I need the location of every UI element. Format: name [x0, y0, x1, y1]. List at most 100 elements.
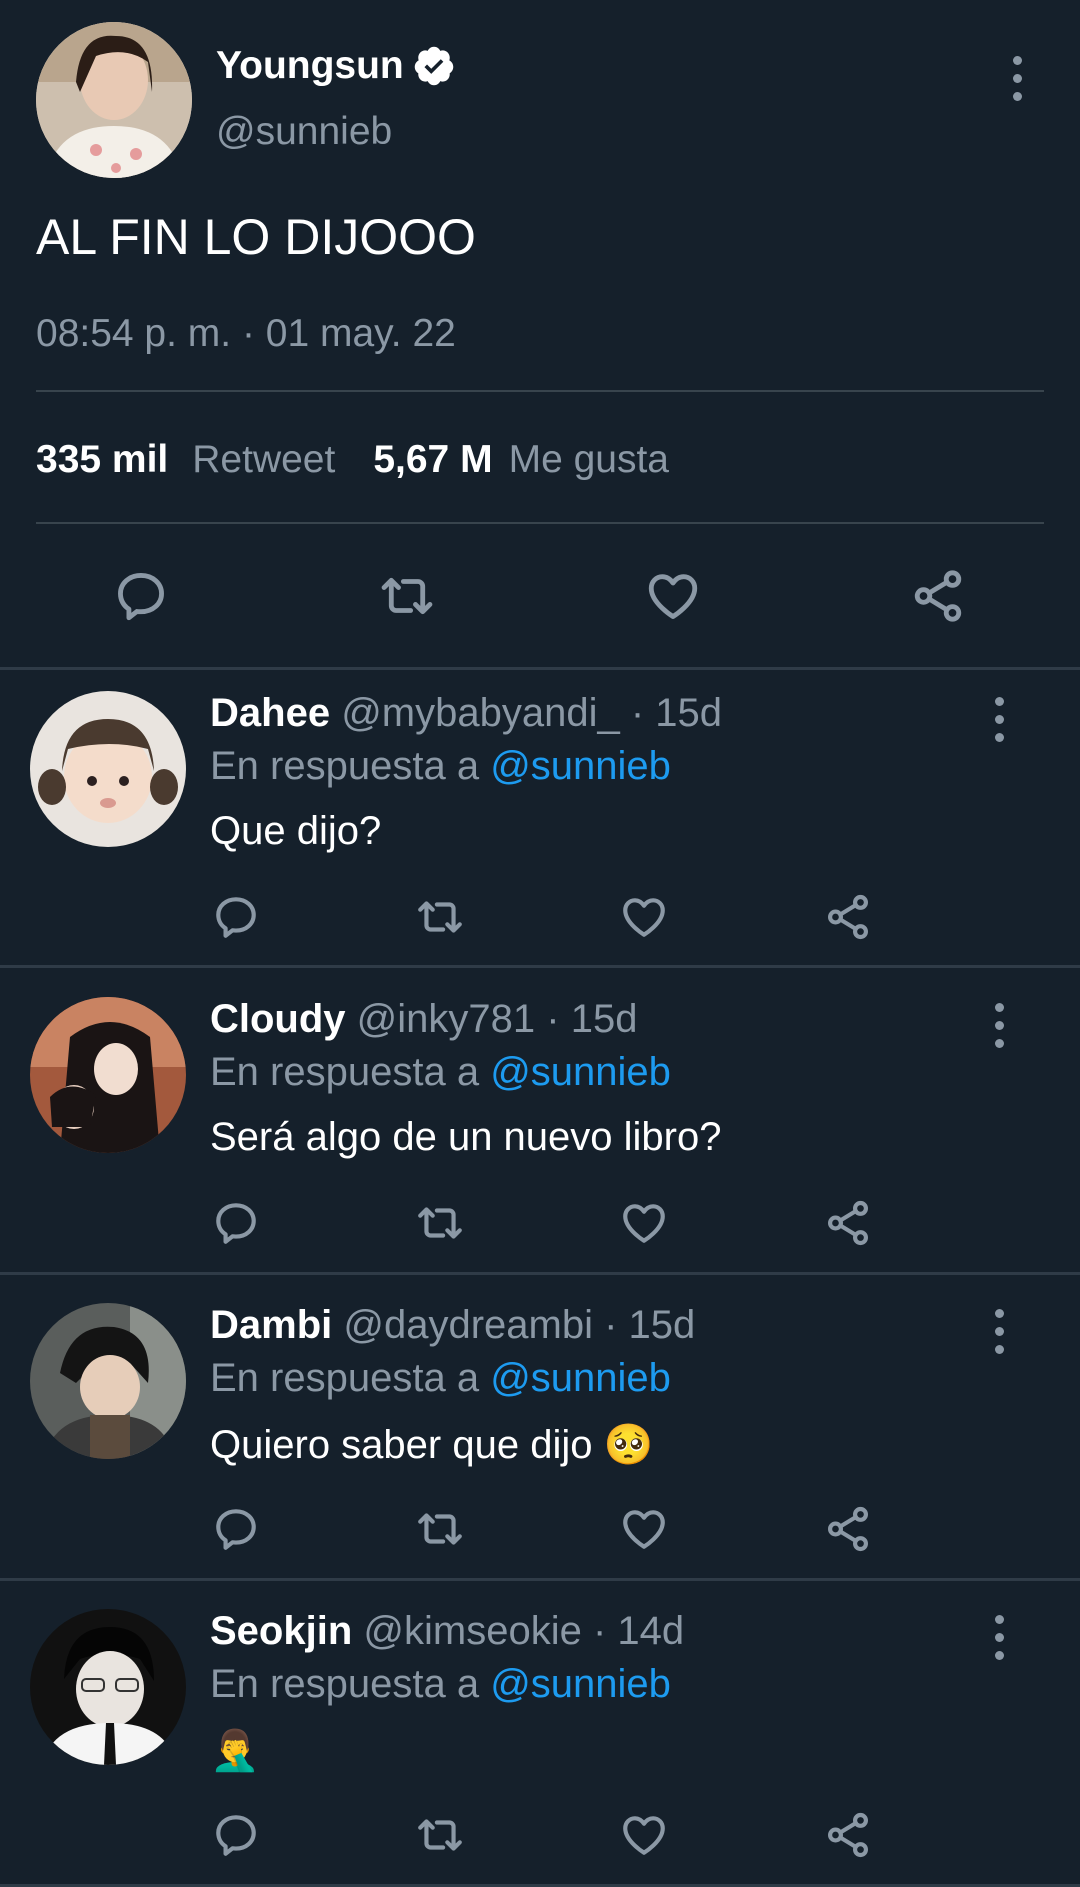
author-name[interactable]: Youngsun: [216, 44, 404, 88]
reply-actions: [0, 889, 1080, 949]
retweet-button[interactable]: [410, 1807, 470, 1863]
reply-prefix: En respuesta a: [210, 1356, 480, 1400]
avatar[interactable]: [30, 997, 186, 1153]
reply-button[interactable]: [208, 889, 264, 945]
author-name-row: Youngsun: [216, 44, 456, 88]
separator: [0, 965, 1080, 968]
like-label[interactable]: Me gusta: [509, 438, 669, 482]
reply-tweet[interactable]: Seokjin @kimseokie · 14d En respuesta a …: [0, 1587, 1080, 1887]
reply-context: En respuesta a @sunnieb: [210, 1662, 671, 1707]
mention-link[interactable]: @sunnieb: [490, 1356, 671, 1400]
reply-actions: [0, 1807, 1080, 1867]
reply-author-name[interactable]: Seokjin: [210, 1609, 352, 1653]
mention-link[interactable]: @sunnieb: [490, 744, 671, 788]
share-button[interactable]: [820, 889, 876, 945]
more-icon[interactable]: [1005, 56, 1029, 101]
retweet-icon: [418, 1513, 462, 1545]
retweet-button[interactable]: [410, 1501, 470, 1557]
avatar[interactable]: [36, 22, 192, 178]
more-icon[interactable]: [987, 697, 1011, 742]
reply-prefix: En respuesta a: [210, 1050, 480, 1094]
reply-meta[interactable]: @mybabyandi_ · 15d: [341, 691, 722, 735]
like-button[interactable]: [642, 565, 704, 627]
separator: [0, 1578, 1080, 1581]
reply-author-name[interactable]: Dambi: [210, 1303, 332, 1347]
like-count[interactable]: 5,67 M: [373, 438, 492, 482]
share-icon: [828, 1200, 868, 1246]
like-button[interactable]: [616, 889, 672, 945]
reply-context: En respuesta a @sunnieb: [210, 744, 671, 789]
mention-link[interactable]: @sunnieb: [490, 1050, 671, 1094]
reply-icon: [216, 897, 256, 938]
retweet-button[interactable]: [410, 889, 470, 945]
like-icon: [623, 1204, 665, 1243]
retweet-label[interactable]: Retweet: [192, 438, 335, 482]
reply-button[interactable]: [208, 1501, 264, 1557]
reply-tweet[interactable]: Dambi @daydreambi · 15d En respuesta a @…: [0, 1281, 1080, 1587]
like-icon: [648, 574, 698, 619]
reply-header: Dambi @daydreambi · 15d: [210, 1303, 695, 1348]
retweet-button[interactable]: [374, 565, 440, 627]
like-icon: [623, 1816, 665, 1855]
reply-author-name[interactable]: Cloudy: [210, 997, 346, 1041]
reply-icon: [216, 1203, 256, 1244]
like-button[interactable]: [616, 1501, 672, 1557]
reply-prefix: En respuesta a: [210, 1662, 480, 1706]
reply-text: 🤦‍♂️: [210, 1729, 260, 1773]
reply-header: Cloudy @inky781 · 15d: [210, 997, 637, 1042]
reply-meta[interactable]: @kimseokie · 14d: [363, 1609, 684, 1653]
like-button[interactable]: [616, 1195, 672, 1251]
more-icon[interactable]: [987, 1615, 1011, 1660]
reply-header: Seokjin @kimseokie · 14d: [210, 1609, 684, 1654]
tweet-stats: 335 mil Retweet 5,67 M Me gusta: [36, 438, 669, 482]
avatar[interactable]: [30, 691, 186, 847]
reply-actions: [0, 1501, 1080, 1561]
share-button[interactable]: [907, 565, 969, 627]
like-icon: [623, 1510, 665, 1549]
reply-text: Será algo de un nuevo libro?: [210, 1115, 722, 1159]
reply-context: En respuesta a @sunnieb: [210, 1356, 671, 1401]
more-icon[interactable]: [987, 1003, 1011, 1048]
reply-icon: [118, 573, 164, 621]
reply-actions: [0, 1195, 1080, 1255]
reply-tweet[interactable]: Dahee @mybabyandi_ · 15d En respuesta a …: [0, 669, 1080, 975]
reply-author-name[interactable]: Dahee: [210, 691, 330, 735]
divider: [36, 390, 1044, 392]
reply-prefix: En respuesta a: [210, 744, 480, 788]
avatar[interactable]: [30, 1303, 186, 1459]
retweet-icon: [381, 577, 433, 615]
retweet-button[interactable]: [410, 1195, 470, 1251]
separator: [0, 1272, 1080, 1275]
reply-header: Dahee @mybabyandi_ · 15d: [210, 691, 722, 736]
more-icon[interactable]: [987, 1309, 1011, 1354]
share-button[interactable]: [820, 1807, 876, 1863]
reply-tweet[interactable]: Cloudy @inky781 · 15d En respuesta a @su…: [0, 975, 1080, 1281]
reply-meta[interactable]: @daydreambi · 15d: [343, 1303, 695, 1347]
share-icon: [828, 1812, 868, 1858]
reply-text: Quiero saber que dijo 🥺: [210, 1423, 654, 1467]
share-button[interactable]: [820, 1195, 876, 1251]
reply-context: En respuesta a @sunnieb: [210, 1050, 671, 1095]
reply-icon: [216, 1509, 256, 1550]
reply-text: Que dijo?: [210, 809, 382, 853]
reply-button[interactable]: [110, 565, 172, 627]
tweet-text: AL FIN LO DIJOOO: [36, 209, 476, 265]
author-handle[interactable]: @sunnieb: [216, 110, 392, 154]
share-icon: [828, 1506, 868, 1552]
verified-badge-icon: [414, 46, 453, 86]
share-icon: [914, 570, 962, 622]
share-button[interactable]: [820, 1501, 876, 1557]
retweet-icon: [418, 1207, 462, 1239]
mention-link[interactable]: @sunnieb: [490, 1662, 671, 1706]
like-icon: [623, 898, 665, 937]
reply-button[interactable]: [208, 1195, 264, 1251]
reply-button[interactable]: [208, 1807, 264, 1863]
like-button[interactable]: [616, 1807, 672, 1863]
retweet-icon: [418, 1819, 462, 1851]
reply-meta[interactable]: @inky781 · 15d: [357, 997, 638, 1041]
main-tweet: Youngsun @sunnieb AL FIN LO DIJOOO 08:54…: [0, 0, 1080, 669]
avatar[interactable]: [30, 1609, 186, 1765]
retweet-count[interactable]: 335 mil: [36, 438, 168, 482]
tweet-timestamp[interactable]: 08:54 p. m. · 01 may. 22: [36, 312, 456, 356]
share-icon: [828, 894, 868, 940]
